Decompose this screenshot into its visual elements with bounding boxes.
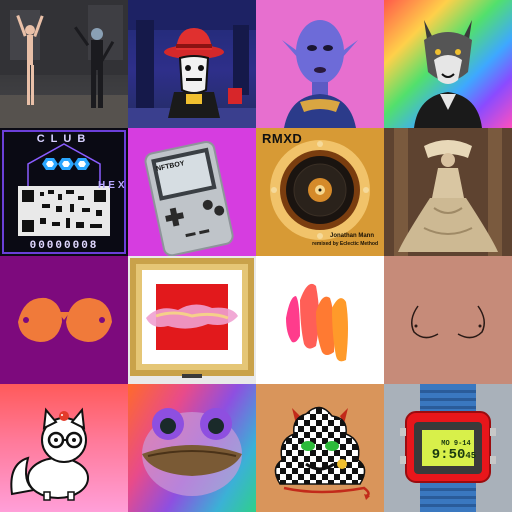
cat-image — [10, 407, 89, 501]
wolf-image — [414, 20, 482, 128]
club-title: CLUB — [36, 133, 92, 145]
poop-devil-image — [274, 406, 370, 500]
cowboy-image — [128, 0, 256, 128]
tile-rainbow-frog[interactable] — [128, 384, 256, 512]
tile-orange-shapes-on-purple[interactable] — [0, 256, 128, 384]
tile-dancers-in-club[interactable] — [0, 0, 128, 128]
gown-image — [384, 128, 512, 256]
nftboy-image — [144, 140, 234, 256]
tile-blue-alien-portrait[interactable] — [256, 0, 384, 128]
tile-wolf-leather-jacket[interactable] — [384, 0, 512, 128]
tile-checkered-poop-devil[interactable] — [256, 384, 384, 512]
rmxd-title: RMXD — [262, 131, 303, 146]
tile-cowboy-hat-avatar[interactable] — [128, 0, 256, 128]
club-side-text: HEX — [98, 180, 128, 191]
tile-club-hex-qr[interactable]: CLUB HEX 00000008 — [0, 128, 128, 256]
dancers-image — [0, 0, 128, 128]
line-drawing-image — [411, 305, 485, 339]
club-hex-image — [2, 130, 126, 254]
alien-image — [282, 20, 358, 128]
tile-rmxd-record[interactable]: RMXD Jonathan Mann remixed by Eclectic M… — [256, 128, 384, 256]
nft-gallery-grid: CLUB HEX 00000008 NFTBOY RMXD Jonathan M… — [0, 0, 512, 512]
tile-cat-with-glasses[interactable] — [0, 384, 128, 512]
watch-time-hm: 9:50 — [431, 447, 466, 463]
rmxd-credit: remixed by Eclectic Method — [312, 241, 378, 247]
framed-red-square-image — [130, 258, 254, 378]
frog-image — [142, 408, 242, 496]
watch-time-seconds: 45 — [465, 451, 477, 461]
orange-shapes-image — [18, 297, 112, 342]
tile-framed-red-square[interactable] — [128, 256, 256, 384]
brush-strokes-image — [286, 283, 348, 362]
tile-nftboy-handheld[interactable]: NFTBOY — [128, 128, 256, 256]
watch-time: 9:5045 — [428, 447, 480, 463]
rmxd-artist: Jonathan Mann — [329, 233, 374, 239]
club-counter: 00000008 — [29, 240, 99, 252]
tile-line-drawing-on-skin[interactable] — [384, 256, 512, 384]
tile-pink-orange-brush-strokes[interactable] — [256, 256, 384, 384]
tile-ornate-gown[interactable] — [384, 128, 512, 256]
tile-digital-watch[interactable]: MO 9-14 9:5045 — [384, 384, 512, 512]
